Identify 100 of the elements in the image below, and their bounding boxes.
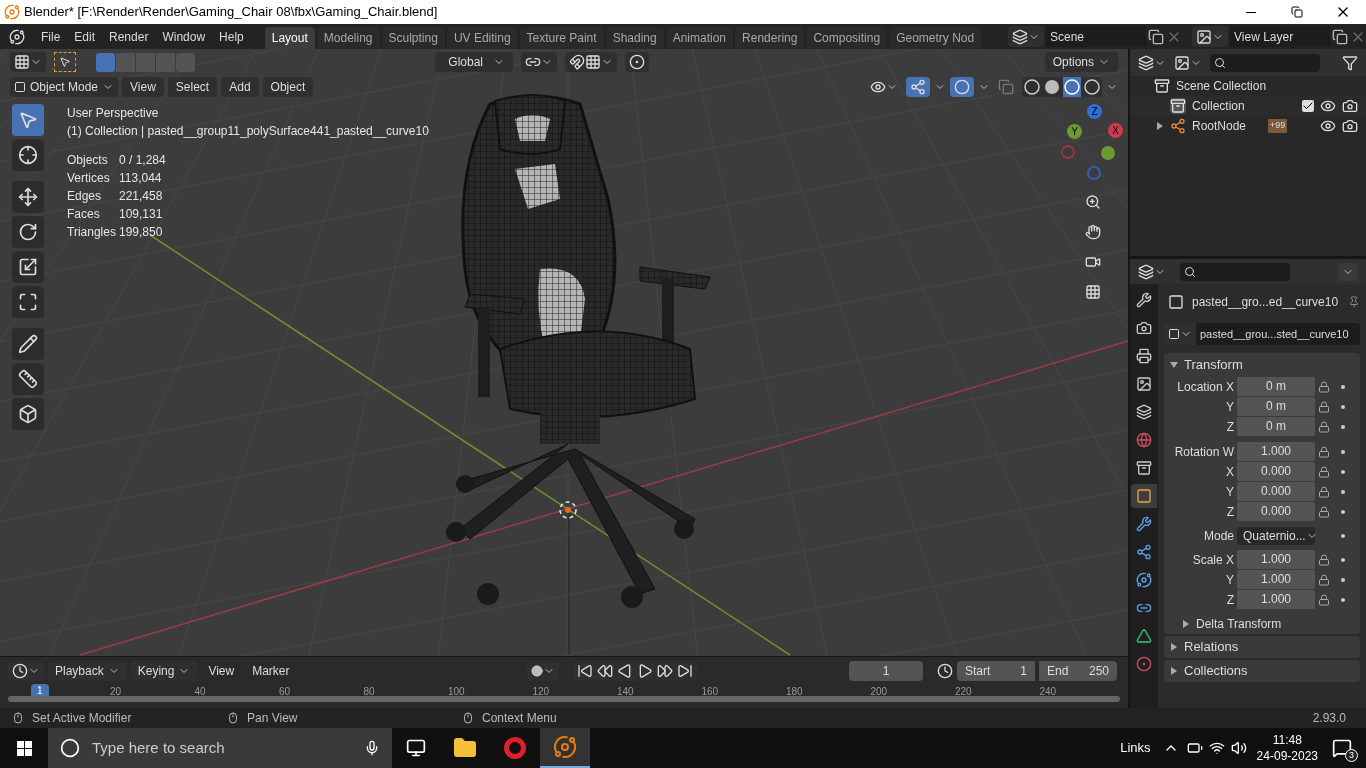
number-field[interactable]: 1.000 bbox=[1237, 590, 1315, 609]
scale-tool-button[interactable] bbox=[12, 251, 44, 283]
select-mode-button[interactable] bbox=[54, 52, 76, 72]
number-field[interactable]: 0.000 bbox=[1237, 462, 1315, 481]
hand-icon[interactable] bbox=[1085, 224, 1101, 240]
number-field[interactable]: 1.000 bbox=[1237, 442, 1315, 461]
pin-icon[interactable] bbox=[1348, 296, 1360, 308]
menu-item[interactable]: Help bbox=[212, 25, 251, 48]
rotate-tool-button[interactable] bbox=[12, 216, 44, 248]
editor-type-button[interactable] bbox=[1138, 263, 1166, 280]
panel-header[interactable]: Transform bbox=[1184, 355, 1243, 375]
outliner-search-field[interactable] bbox=[1210, 53, 1320, 72]
next-keyframe-icon[interactable] bbox=[656, 662, 673, 679]
workspace-tab[interactable]: Compositing bbox=[806, 27, 888, 49]
menu-item[interactable]: File bbox=[34, 25, 68, 48]
volume-icon[interactable] bbox=[1230, 740, 1247, 756]
filter-icon[interactable] bbox=[1342, 54, 1358, 71]
workspace-tab[interactable]: Layout bbox=[264, 27, 315, 49]
copy-icon[interactable] bbox=[1148, 28, 1164, 45]
lock-icon[interactable] bbox=[1318, 466, 1330, 478]
orientation-dropdown[interactable]: Global bbox=[434, 52, 513, 72]
viewport-menu[interactable]: Add bbox=[221, 77, 259, 97]
editor-type-button[interactable] bbox=[8, 660, 44, 681]
grid-icon[interactable] bbox=[1085, 284, 1101, 300]
clock-date[interactable]: 24-09-2023 bbox=[1256, 748, 1318, 764]
wifi-icon[interactable] bbox=[1208, 740, 1225, 756]
scene-browse-button[interactable] bbox=[1008, 26, 1044, 47]
display-mode-button[interactable] bbox=[1138, 54, 1166, 71]
timeline-menu[interactable]: View bbox=[201, 660, 242, 681]
workspace-tab[interactable]: Rendering bbox=[735, 27, 805, 49]
viewport-menu[interactable]: View bbox=[122, 77, 164, 97]
add-cube-tool-button[interactable] bbox=[12, 398, 44, 430]
tool-settings-button[interactable] bbox=[10, 52, 46, 72]
shading-mode-icon[interactable] bbox=[1022, 77, 1102, 97]
expand-arrow-icon[interactable] bbox=[1170, 667, 1178, 675]
expand-arrow-icon[interactable] bbox=[1182, 620, 1190, 628]
outliner-item[interactable]: Scene Collection bbox=[1176, 77, 1267, 95]
number-field[interactable]: 0 m bbox=[1237, 397, 1315, 416]
camera-icon[interactable] bbox=[1085, 254, 1101, 270]
annotate-tool-button[interactable] bbox=[12, 328, 44, 360]
view-layer-field[interactable]: View Layer bbox=[1230, 26, 1330, 47]
gizmo-toggle[interactable] bbox=[906, 77, 930, 97]
menu-item[interactable]: Window bbox=[155, 25, 213, 48]
blender-logo-icon[interactable] bbox=[9, 28, 25, 45]
lock-icon[interactable] bbox=[1318, 401, 1330, 413]
workspace-tab[interactable]: Sculpting bbox=[381, 27, 445, 49]
move-tool-button[interactable] bbox=[12, 181, 44, 213]
number-field[interactable]: 1.000 bbox=[1237, 570, 1315, 589]
record-button[interactable] bbox=[526, 660, 559, 681]
number-field[interactable]: 1.000 bbox=[1237, 550, 1315, 569]
number-field[interactable]: 0 m bbox=[1237, 417, 1315, 436]
overlay-toggle[interactable] bbox=[950, 77, 974, 97]
mode-dropdown[interactable]: Object Mode bbox=[10, 77, 119, 97]
lock-icon[interactable] bbox=[1318, 421, 1330, 433]
properties-search-field[interactable] bbox=[1180, 262, 1290, 281]
number-field[interactable]: 0.000 bbox=[1237, 482, 1315, 501]
copy-icon[interactable] bbox=[1332, 28, 1348, 45]
workspace-tab[interactable]: Geometry Nod bbox=[889, 27, 982, 49]
expand-arrow-icon[interactable] bbox=[1170, 361, 1178, 369]
timeline-menu[interactable]: Marker bbox=[245, 660, 297, 681]
visibility-icon[interactable] bbox=[1320, 118, 1336, 134]
outliner-item[interactable]: RootNode bbox=[1192, 117, 1247, 135]
xray-icon[interactable] bbox=[998, 79, 1014, 95]
scrollbar-track[interactable] bbox=[8, 696, 1120, 702]
lock-icon[interactable] bbox=[1318, 574, 1330, 586]
current-frame-field[interactable]: 1 bbox=[849, 660, 923, 681]
render-icon[interactable] bbox=[1342, 98, 1358, 114]
scene-field[interactable]: Scene bbox=[1046, 26, 1146, 47]
toolbar-label[interactable]: Links bbox=[1120, 738, 1151, 758]
battery-icon[interactable] bbox=[1186, 740, 1203, 756]
workspace-tab[interactable]: Animation bbox=[665, 27, 734, 49]
viewport-menu[interactable]: Object bbox=[262, 77, 314, 97]
viewport-menu[interactable]: Select bbox=[167, 77, 218, 97]
object-tab[interactable] bbox=[1131, 484, 1157, 508]
workspace-tab[interactable]: Texture Paint bbox=[519, 27, 604, 49]
lock-icon[interactable] bbox=[1318, 486, 1330, 498]
subpanel-header[interactable]: Delta Transform bbox=[1196, 615, 1282, 633]
menu-item[interactable]: Render bbox=[102, 25, 156, 48]
measure-tool-button[interactable] bbox=[12, 363, 44, 395]
lock-icon[interactable] bbox=[1318, 594, 1330, 606]
zoom-icon[interactable] bbox=[1085, 194, 1101, 210]
menu-item[interactable]: Edit bbox=[67, 25, 103, 48]
timer-icon[interactable] bbox=[937, 662, 953, 679]
jump-start-icon[interactable] bbox=[576, 662, 593, 679]
lock-icon[interactable] bbox=[1318, 554, 1330, 566]
mode-dropdown[interactable]: Quaternio... bbox=[1237, 527, 1315, 545]
taskbar-search-field[interactable]: Type here to search bbox=[48, 728, 392, 768]
options-dropdown[interactable]: Options bbox=[1044, 52, 1118, 72]
timeline-menu[interactable]: Keying bbox=[130, 660, 198, 681]
select-tool-button[interactable] bbox=[12, 104, 44, 136]
workspace-tab[interactable]: Shading bbox=[605, 27, 664, 49]
end-frame-field[interactable]: End 250 bbox=[1039, 660, 1117, 681]
lock-icon[interactable] bbox=[1318, 506, 1330, 518]
cursor-tool-button[interactable] bbox=[12, 139, 44, 171]
start-frame-field[interactable]: Start 1 bbox=[957, 660, 1035, 681]
jump-end-icon[interactable] bbox=[676, 662, 693, 679]
expand-arrow-icon[interactable] bbox=[1170, 643, 1178, 651]
previous-keyframe-icon[interactable] bbox=[596, 662, 613, 679]
visibility-icon[interactable] bbox=[1320, 98, 1336, 114]
number-field[interactable]: 0.000 bbox=[1237, 502, 1315, 521]
